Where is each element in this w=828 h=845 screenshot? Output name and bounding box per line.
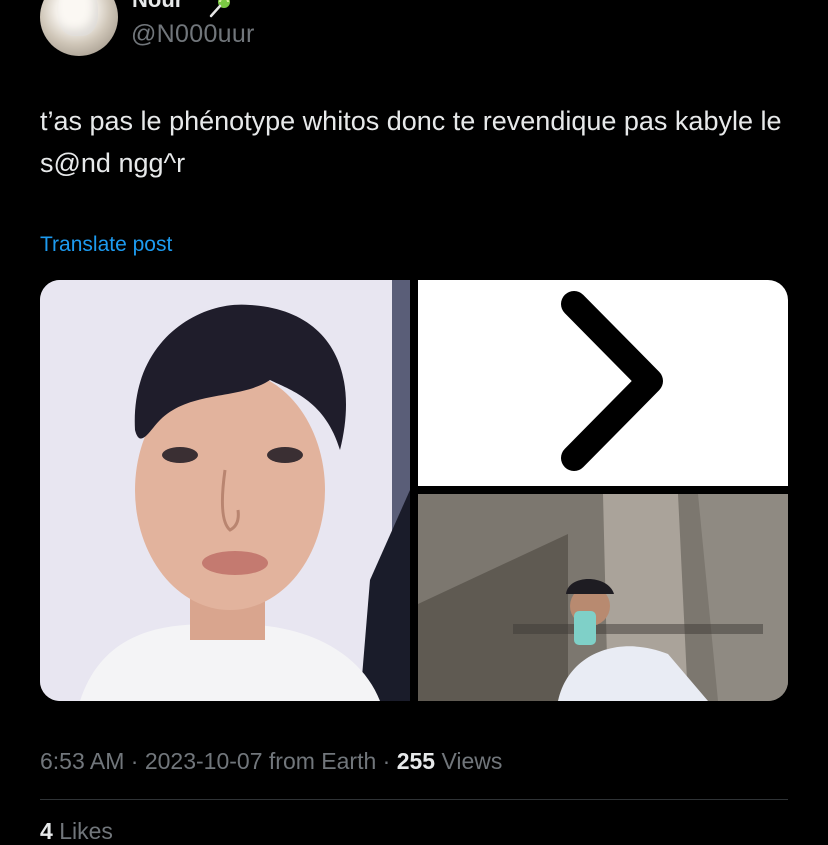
author-handle[interactable]: @N000uur — [131, 20, 255, 49]
views-count: 255 — [396, 748, 436, 774]
post-text: t’as pas le phénotype whitos donc te rev… — [40, 106, 782, 178]
chevron-right-icon — [561, 291, 663, 471]
translate-post-link[interactable]: Translate post — [40, 233, 172, 257]
meta-divider — [40, 799, 788, 800]
meta-separator: · — [382, 748, 391, 774]
bunny-figure — [58, 0, 98, 36]
media-elevator-selfie-photo[interactable] — [418, 494, 788, 701]
post-time[interactable]: 6:53 AM — [40, 748, 124, 774]
views-label: Views — [441, 748, 503, 774]
post-date[interactable]: 2023-10-07 — [145, 748, 263, 774]
meta-separator: · — [130, 748, 139, 774]
lollipop-emoji-icon — [209, 0, 230, 18]
likes-link[interactable]: 4 Likes — [40, 818, 113, 845]
media-selfie-photo[interactable] — [40, 280, 410, 701]
media-grid — [40, 280, 788, 701]
elevator-illustration — [418, 494, 788, 701]
post-source: from Earth — [268, 748, 377, 774]
likes-label: Likes — [59, 818, 113, 844]
media-chevron-image[interactable] — [418, 280, 788, 486]
author-avatar[interactable] — [40, 0, 118, 56]
post-meta: 6:53 AM · 2023-10-07 from Earth · 255 Vi… — [40, 748, 502, 775]
author-name[interactable]: Nour — [132, 0, 183, 13]
likes-count: 4 — [40, 818, 53, 844]
selfie-illustration — [40, 280, 410, 701]
more-options-icon[interactable] — [754, 0, 786, 9]
